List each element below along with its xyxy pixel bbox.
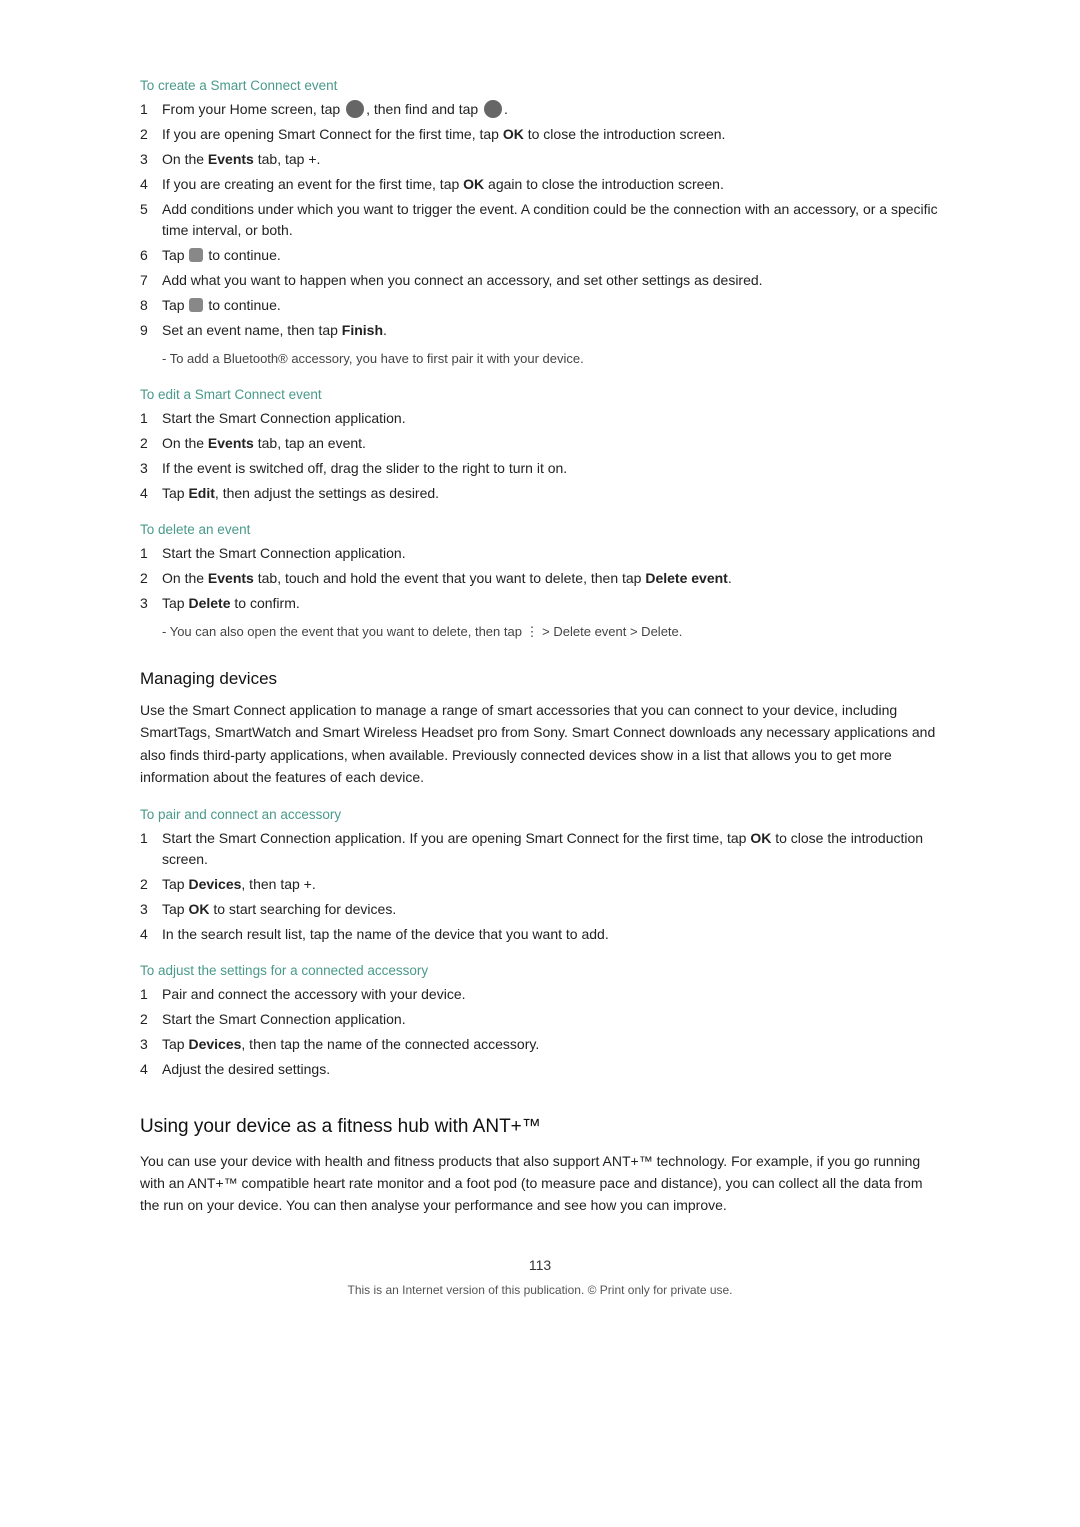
list-item: 2 On the Events tab, tap an event. [140, 433, 940, 454]
list-item: 1 Pair and connect the accessory with yo… [140, 984, 940, 1005]
delete-event-section: To delete an event 1 Start the Smart Con… [140, 522, 940, 642]
edit-event-steps: 1 Start the Smart Connection application… [140, 408, 940, 504]
next-icon-2 [189, 298, 203, 312]
list-item: 3 On the Events tab, tap +. [140, 149, 940, 170]
list-item: 1 Start the Smart Connection application… [140, 543, 940, 564]
list-item: 4 If you are creating an event for the f… [140, 174, 940, 195]
create-event-steps: 1 From your Home screen, tap , then find… [140, 99, 940, 341]
footer-note: This is an Internet version of this publ… [140, 1283, 940, 1297]
list-item: 1 Start the Smart Connection application… [140, 828, 940, 870]
list-item: 7 Add what you want to happen when you c… [140, 270, 940, 291]
fitness-hub-title: Using your device as a fitness hub with … [140, 1116, 940, 1138]
page-number: 113 [140, 1257, 940, 1273]
delete-event-heading: To delete an event [140, 522, 940, 537]
list-item: 6 Tap to continue. [140, 245, 940, 266]
fitness-hub-section: Using your device as a fitness hub with … [140, 1116, 940, 1217]
fitness-hub-body: You can use your device with health and … [140, 1150, 940, 1217]
grid-icon [346, 100, 364, 118]
create-event-note: To add a Bluetooth® accessory, you have … [162, 349, 940, 369]
list-item: 1 From your Home screen, tap , then find… [140, 99, 940, 120]
pair-connect-section: To pair and connect an accessory 1 Start… [140, 807, 940, 945]
list-item: 4 Adjust the desired settings. [140, 1059, 940, 1080]
list-item: 3 If the event is switched off, drag the… [140, 458, 940, 479]
edit-event-section: To edit a Smart Connect event 1 Start th… [140, 387, 940, 504]
pair-connect-heading: To pair and connect an accessory [140, 807, 940, 822]
managing-devices-section: Managing devices Use the Smart Connect a… [140, 669, 940, 789]
list-item: 2 On the Events tab, touch and hold the … [140, 568, 940, 589]
create-event-heading: To create a Smart Connect event [140, 78, 940, 93]
adjust-settings-section: To adjust the settings for a connected a… [140, 963, 940, 1080]
list-item: 4 In the search result list, tap the nam… [140, 924, 940, 945]
list-item: 5 Add conditions under which you want to… [140, 199, 940, 241]
list-item: 9 Set an event name, then tap Finish. [140, 320, 940, 341]
list-item: 1 Start the Smart Connection application… [140, 408, 940, 429]
managing-devices-body: Use the Smart Connect application to man… [140, 699, 940, 789]
pair-connect-steps: 1 Start the Smart Connection application… [140, 828, 940, 945]
list-item: 3 Tap OK to start searching for devices. [140, 899, 940, 920]
list-item: 4 Tap Edit, then adjust the settings as … [140, 483, 940, 504]
next-icon [189, 248, 203, 262]
settings-icon [484, 100, 502, 118]
delete-event-steps: 1 Start the Smart Connection application… [140, 543, 940, 614]
edit-event-heading: To edit a Smart Connect event [140, 387, 940, 402]
adjust-settings-heading: To adjust the settings for a connected a… [140, 963, 940, 978]
page-content: To create a Smart Connect event 1 From y… [0, 0, 1080, 1377]
delete-event-note: You can also open the event that you wan… [162, 622, 940, 642]
list-item: 8 Tap to continue. [140, 295, 940, 316]
list-item: 3 Tap Devices, then tap the name of the … [140, 1034, 940, 1055]
list-item: 2 Tap Devices, then tap +. [140, 874, 940, 895]
adjust-settings-steps: 1 Pair and connect the accessory with yo… [140, 984, 940, 1080]
list-item: 2 If you are opening Smart Connect for t… [140, 124, 940, 145]
create-event-section: To create a Smart Connect event 1 From y… [140, 78, 940, 369]
list-item: 2 Start the Smart Connection application… [140, 1009, 940, 1030]
list-item: 3 Tap Delete to confirm. [140, 593, 940, 614]
managing-devices-title: Managing devices [140, 669, 940, 689]
